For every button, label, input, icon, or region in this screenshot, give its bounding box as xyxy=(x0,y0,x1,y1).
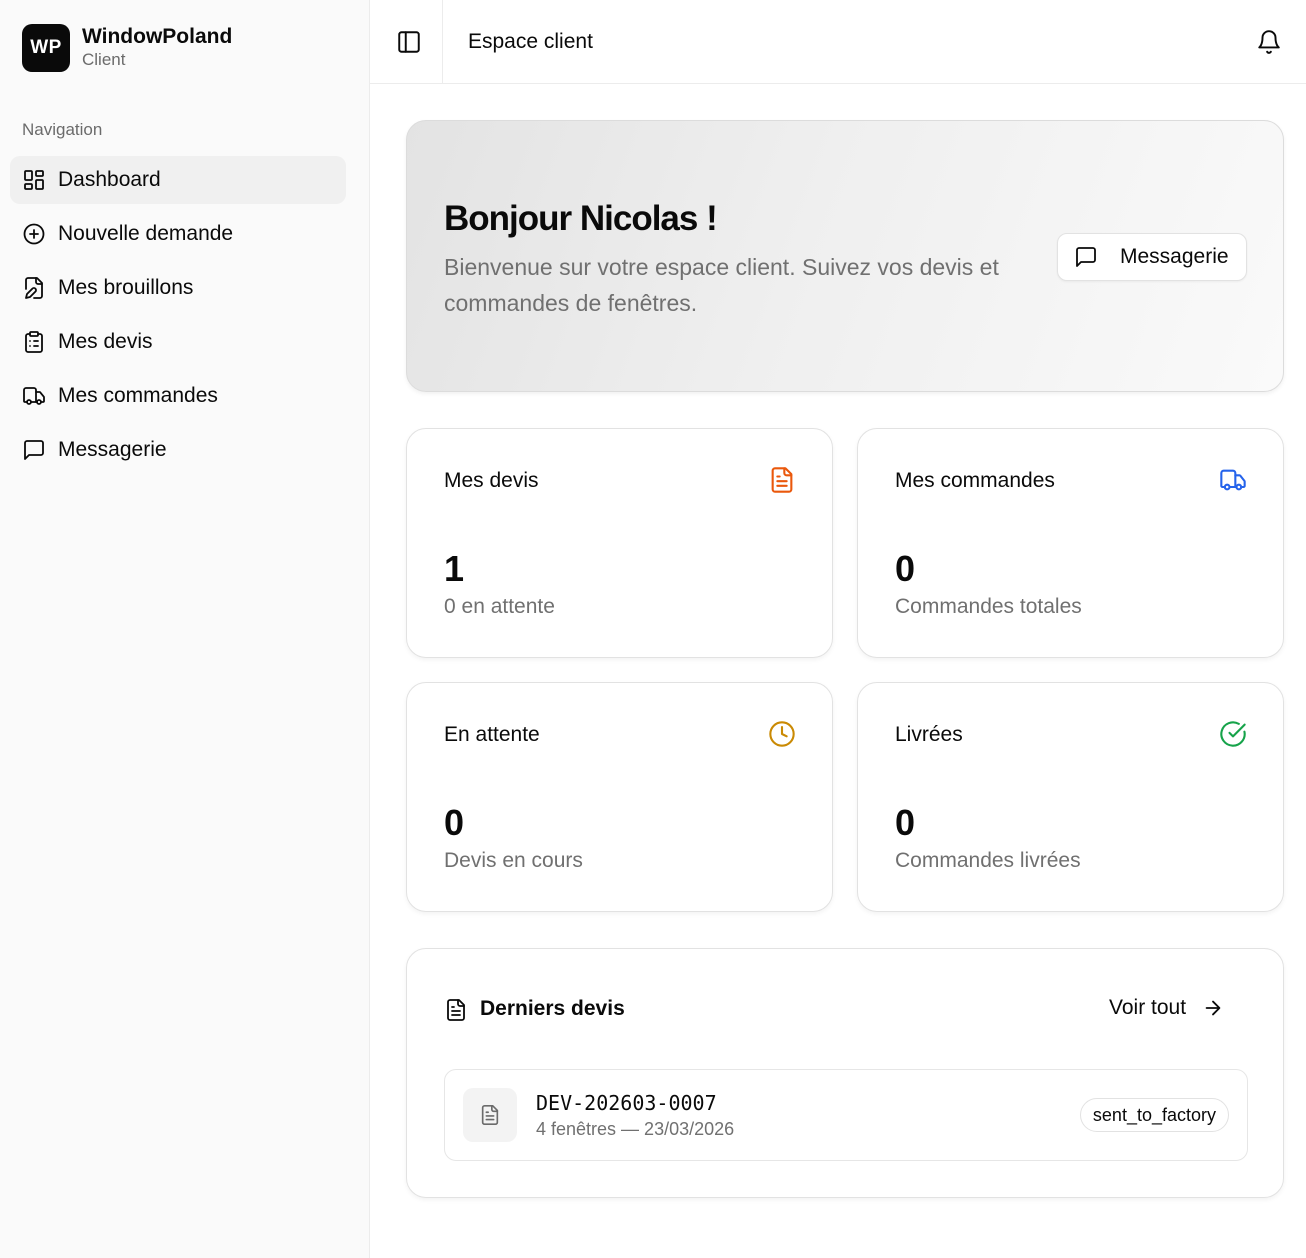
sidebar-item-mes-devis[interactable]: Mes devis xyxy=(10,318,346,366)
quote-reference: DEV-202603-0007 xyxy=(536,1091,717,1115)
sidebar-item-messagerie[interactable]: Messagerie xyxy=(10,426,346,474)
welcome-title: Bonjour Nicolas ! xyxy=(444,199,718,238)
sidebar-item-label: Messagerie xyxy=(58,438,167,461)
stat-title: Livrées xyxy=(895,723,963,746)
message-square-icon xyxy=(1076,247,1096,267)
stat-value: 0 xyxy=(444,802,465,843)
dashboard-grid-icon xyxy=(24,170,44,190)
stat-subtitle: Commandes livrées xyxy=(895,849,1081,872)
truck-icon xyxy=(23,387,45,405)
messagerie-button[interactable]: Messagerie xyxy=(1057,233,1247,281)
stat-subtitle: 0 en attente xyxy=(444,595,555,618)
see-all-link[interactable]: Voir tout xyxy=(1109,996,1224,1020)
arrow-right-icon xyxy=(1205,1000,1221,1016)
truck-icon xyxy=(1220,469,1246,491)
stat-card-mes-commandes[interactable]: Mes commandes 0 Commandes totales xyxy=(857,428,1284,658)
sidebar-nav: Dashboard Nouvelle demande Mes brouillon… xyxy=(10,156,346,480)
recent-quotes-title: Derniers devis xyxy=(480,997,625,1020)
sidebar-item-label: Mes brouillons xyxy=(58,276,194,299)
sidebar-item-label: Dashboard xyxy=(58,168,161,191)
header-divider xyxy=(442,0,443,84)
quote-thumbnail xyxy=(463,1088,517,1142)
message-square-icon xyxy=(24,440,44,460)
brand-role: Client xyxy=(82,50,126,69)
sidebar-item-label: Mes commandes xyxy=(58,384,218,407)
stat-card-livrees[interactable]: Livrées 0 Commandes livrées xyxy=(857,682,1284,912)
sidebar-item-dashboard[interactable]: Dashboard xyxy=(10,156,346,204)
top-header: Espace client xyxy=(370,0,1306,84)
quote-meta: 4 fenêtres — 23/03/2026 xyxy=(536,1119,735,1139)
stat-card-mes-devis[interactable]: Mes devis 1 0 en attente xyxy=(406,428,833,658)
stat-subtitle: Commandes totales xyxy=(895,595,1082,618)
messagerie-button-label: Messagerie xyxy=(1120,245,1229,268)
bell-icon[interactable] xyxy=(1256,29,1282,55)
clipboard-list-icon xyxy=(25,331,43,353)
sidebar-item-mes-commandes[interactable]: Mes commandes xyxy=(10,372,346,420)
sidebar-item-label: Nouvelle demande xyxy=(58,222,234,245)
sidebar-item-mes-brouillons[interactable]: Mes brouillons xyxy=(10,264,346,312)
stat-value: 1 xyxy=(444,548,465,589)
nav-section-label: Navigation xyxy=(22,120,103,139)
clock-icon xyxy=(769,721,795,747)
stat-value: 0 xyxy=(895,548,916,589)
see-all-label: Voir tout xyxy=(1109,996,1187,1019)
file-text-icon xyxy=(771,467,793,493)
stat-title: Mes devis xyxy=(444,469,539,492)
stat-title: Mes commandes xyxy=(895,469,1055,492)
stat-value: 0 xyxy=(895,802,916,843)
sidebar: WP WindowPoland Client Navigation Dashbo… xyxy=(0,0,370,1258)
sidebar-item-nouvelle-demande[interactable]: Nouvelle demande xyxy=(10,210,346,258)
welcome-banner: Bonjour Nicolas ! Bienvenue sur votre es… xyxy=(406,120,1284,392)
page-title: Espace client xyxy=(468,30,593,53)
file-text-icon xyxy=(447,999,465,1021)
stat-card-en-attente[interactable]: En attente 0 Devis en cours xyxy=(406,682,833,912)
brand[interactable]: WP WindowPoland Client xyxy=(22,24,232,72)
recent-quotes-panel: Derniers devis Voir tout DEV-202603-0007… xyxy=(406,948,1284,1198)
quote-row[interactable]: DEV-202603-0007 4 fenêtres — 23/03/2026 … xyxy=(444,1069,1248,1161)
check-circle-icon xyxy=(1220,721,1246,747)
file-edit-icon xyxy=(25,277,43,299)
brand-name: WindowPoland xyxy=(82,25,233,48)
status-badge: sent_to_factory xyxy=(1079,1098,1229,1132)
brand-logo: WP xyxy=(22,24,70,72)
sidebar-toggle-icon[interactable] xyxy=(396,29,422,55)
file-text-icon xyxy=(481,1105,499,1125)
stat-subtitle: Devis en cours xyxy=(444,849,583,872)
stat-title: En attente xyxy=(444,723,540,746)
sidebar-item-label: Mes devis xyxy=(58,330,153,353)
plus-circle-icon xyxy=(23,223,45,245)
welcome-subtitle: Bienvenue sur votre espace client. Suive… xyxy=(444,254,999,316)
